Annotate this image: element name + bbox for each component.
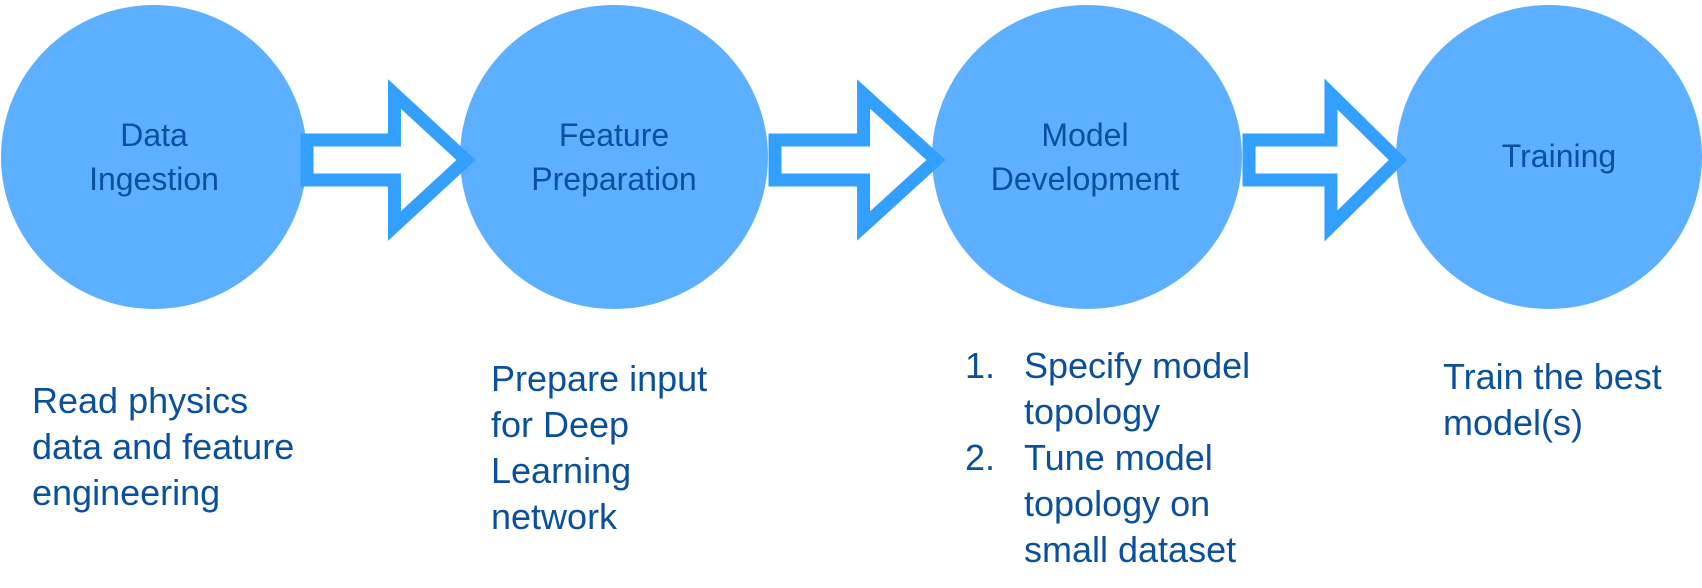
stage-title-data-ingestion: Data Ingestion xyxy=(89,117,219,197)
stage-title-feature-preparation: Feature Preparation xyxy=(531,117,697,197)
stage-description-feature-preparation: Prepare input for Deep Learning network xyxy=(491,358,708,537)
list-item: 1. Specify model topology xyxy=(965,345,1251,432)
stage-title-model-development: Model Development xyxy=(990,117,1180,197)
stage-title-training: Training xyxy=(1501,138,1617,174)
stage-description-model-development: 1. Specify model topology 2. Tune model … xyxy=(965,343,1250,573)
right-arrow-icon xyxy=(300,79,476,241)
right-arrow-icon xyxy=(768,79,946,241)
right-arrow-icon xyxy=(1242,78,1408,242)
stage-description-training: Train the best model(s) xyxy=(1443,356,1662,443)
list-item: 2. Tune model topology on small dataset xyxy=(965,437,1237,570)
stage-description-data-ingestion: Read physics data and feature engineerin… xyxy=(32,380,295,513)
